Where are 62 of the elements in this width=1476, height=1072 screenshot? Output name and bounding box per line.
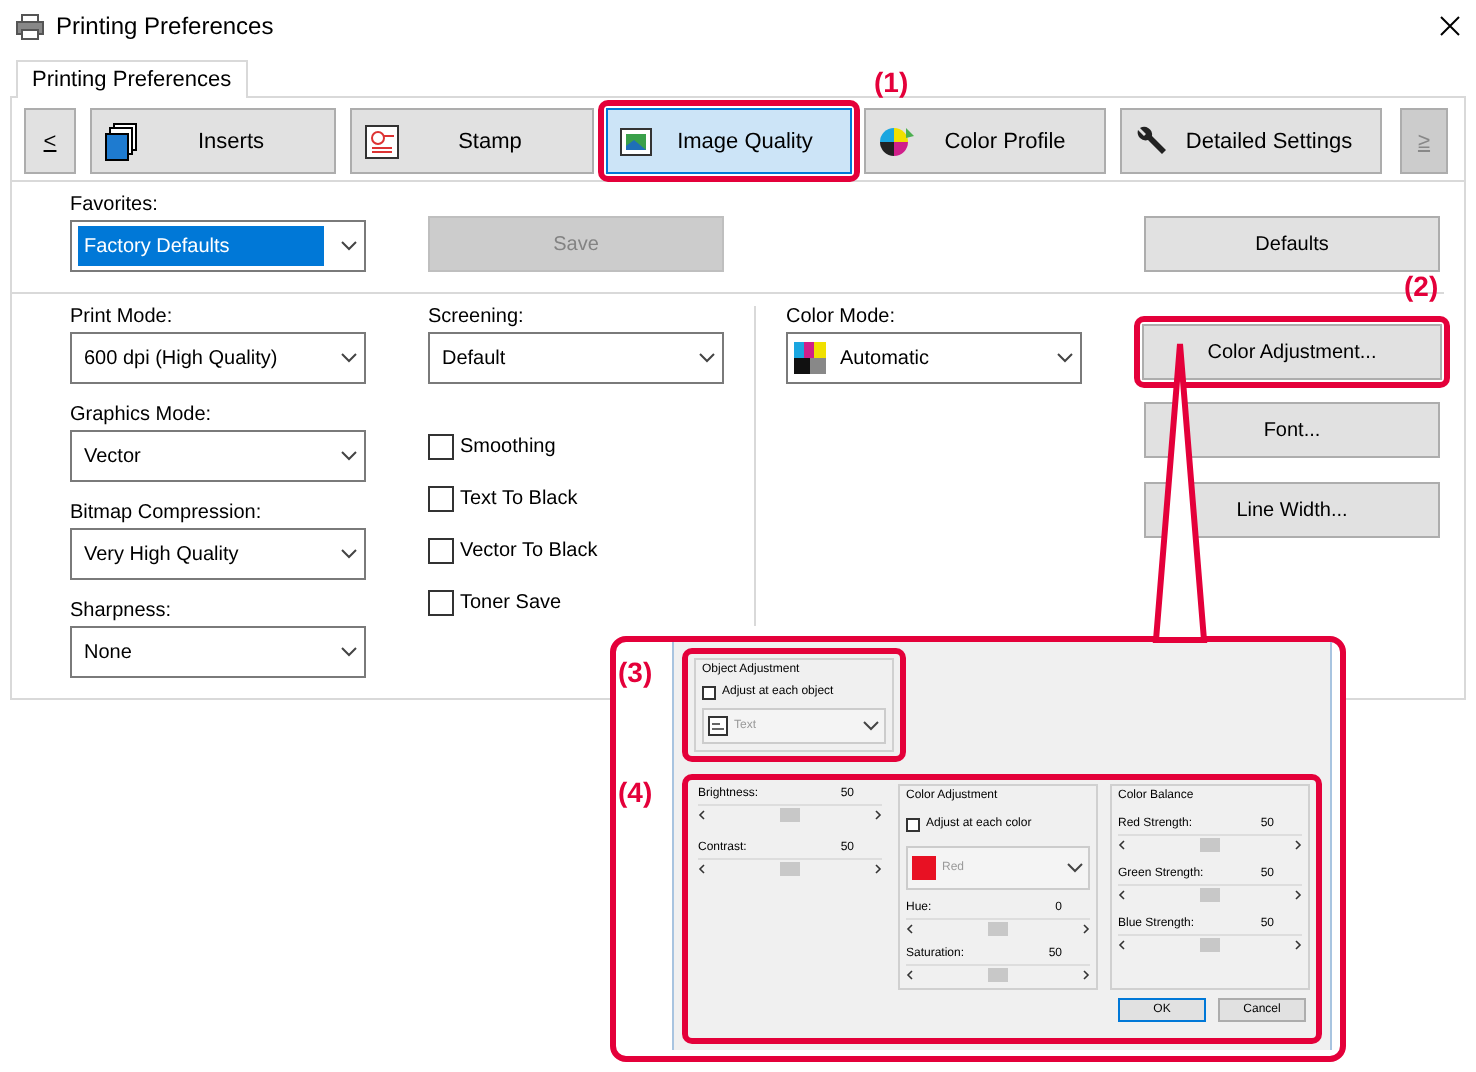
- category-button[interactable]: Image Quality: [606, 108, 852, 174]
- text-object-icon: [708, 716, 728, 736]
- checkbox-label: Text To Black: [460, 487, 578, 509]
- step-label: (3): [618, 656, 653, 688]
- checkbox[interactable]: [428, 433, 454, 459]
- color-wheel-icon: [878, 123, 918, 159]
- dropdown[interactable]: Default: [428, 332, 724, 384]
- slider-track[interactable]: [698, 858, 882, 876]
- dialog-button[interactable]: Font...: [1144, 402, 1440, 458]
- slider-track[interactable]: [1118, 834, 1302, 852]
- slider-track[interactable]: [1118, 934, 1302, 952]
- pages-icon: [104, 121, 140, 161]
- printer-icon: [16, 13, 44, 39]
- field-label: Color Mode:: [786, 306, 897, 328]
- checkbox[interactable]: [428, 589, 454, 615]
- close-icon[interactable]: [1440, 16, 1460, 36]
- slider-track[interactable]: [906, 918, 1090, 936]
- slider-track[interactable]: [1118, 884, 1302, 902]
- window-title: Printing Preferences: [56, 12, 276, 40]
- field-label: Bitmap Compression:: [70, 502, 264, 524]
- picture-icon: [620, 127, 652, 155]
- dropdown[interactable]: Vector: [70, 430, 366, 482]
- field-label: Print Mode:: [70, 306, 175, 328]
- slider-thumb[interactable]: [1200, 838, 1220, 852]
- checkbox-label: Smoothing: [460, 435, 556, 457]
- slider-thumb[interactable]: [780, 862, 800, 876]
- slider-thumb[interactable]: [988, 968, 1008, 982]
- defaults-button[interactable]: Defaults: [1144, 216, 1440, 272]
- slider-track[interactable]: [906, 964, 1090, 982]
- favorites-dropdown[interactable]: Factory Defaults: [70, 220, 366, 272]
- field-label: Graphics Mode:: [70, 404, 214, 426]
- category-button[interactable]: Inserts: [90, 108, 336, 174]
- dropdown[interactable]: 600 dpi (High Quality): [70, 332, 366, 384]
- tab[interactable]: Printing Preferences: [16, 60, 248, 98]
- checkbox-label: Vector To Black: [460, 539, 598, 561]
- field-label: Sharpness:: [70, 600, 174, 622]
- slider-track[interactable]: [698, 804, 882, 822]
- step-label: (2): [1404, 270, 1439, 302]
- slider-thumb[interactable]: [1200, 938, 1220, 952]
- slider-thumb[interactable]: [1200, 888, 1220, 902]
- previous-button[interactable]: <: [24, 108, 76, 174]
- checkbox[interactable]: [906, 817, 920, 831]
- dropdown[interactable]: None: [70, 626, 366, 678]
- step-label: (1): [874, 66, 909, 98]
- dropdown[interactable]: Very High Quality: [70, 528, 366, 580]
- stamp-icon: [364, 123, 400, 159]
- dropdown[interactable]: Automatic: [786, 332, 1082, 384]
- category-button[interactable]: Detailed Settings: [1120, 108, 1382, 174]
- category-button[interactable]: Stamp: [350, 108, 594, 174]
- wrench-icon: [1134, 123, 1170, 159]
- checkbox-label: Toner Save: [460, 591, 562, 613]
- color-squares-icon: [794, 342, 826, 374]
- field-label: Screening:: [428, 306, 526, 328]
- checkbox[interactable]: [428, 537, 454, 563]
- category-button[interactable]: Color Profile: [864, 108, 1106, 174]
- dialog-button[interactable]: Color Adjustment...: [1142, 324, 1442, 380]
- checkbox[interactable]: [428, 485, 454, 511]
- slider-thumb[interactable]: [780, 808, 800, 822]
- field-label: Favorites:: [70, 194, 160, 216]
- slider-thumb[interactable]: [988, 922, 1008, 936]
- checkbox[interactable]: [702, 685, 716, 699]
- step-label: (4): [618, 776, 653, 808]
